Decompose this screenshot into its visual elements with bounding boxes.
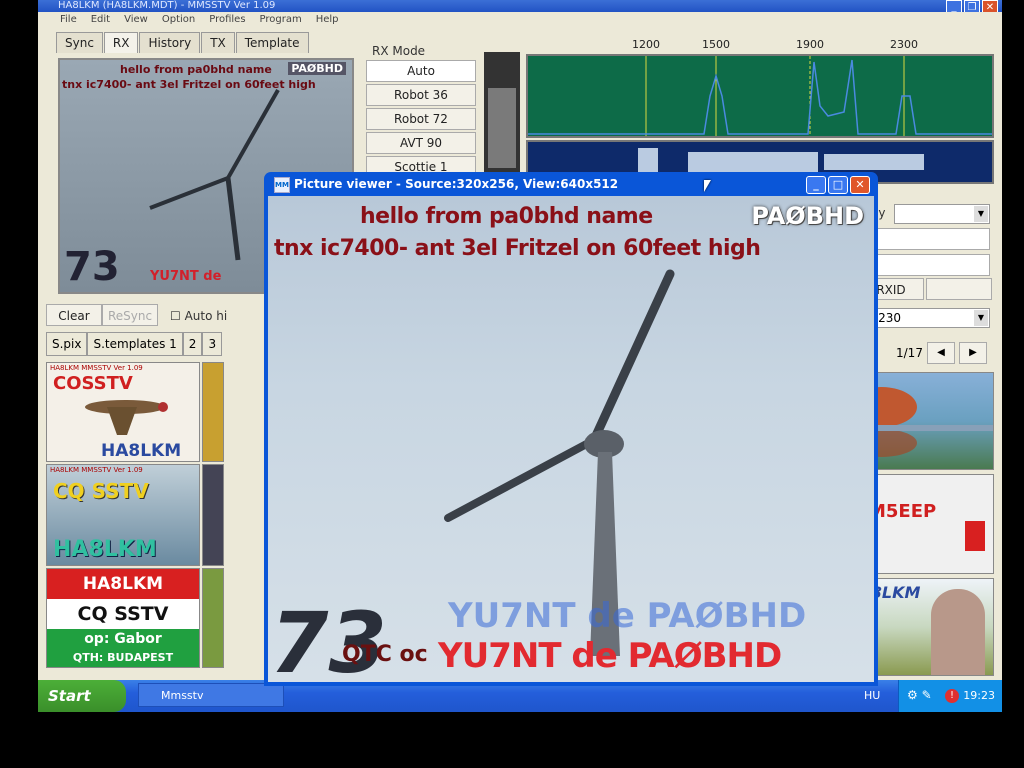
tab-history[interactable]: History: [139, 32, 201, 53]
viewer-call: YU7NT de PAØBHD: [438, 636, 782, 676]
thumb-card-call: HA8LKM: [47, 569, 199, 599]
thumb-cqsstv-title: CQ SSTV: [53, 479, 149, 503]
alert-icon[interactable]: !: [945, 689, 959, 703]
clear-button[interactable]: Clear: [46, 304, 102, 326]
viewer-close-button[interactable]: ✕: [850, 176, 870, 194]
thumb-next-button[interactable]: ▶: [958, 342, 987, 364]
rx-mode-avt90[interactable]: AVT 90: [366, 132, 476, 154]
main-window-title: HA8LKM (HA8LKM.MDT) - MMSSTV Ver 1.09: [58, 0, 276, 11]
rx-image-line2: tnx ic7400- ant 3el Fritzel on 60feet hi…: [62, 78, 316, 91]
thumb-card-cq: CQ SSTV: [77, 603, 169, 625]
picture-viewer-window: MM Picture viewer - Source:320x256, View…: [264, 172, 878, 686]
thumb-ha8lkm-card[interactable]: HA8LKM CQ SSTV op: Gabor QTH: BUDAPEST: [46, 568, 200, 668]
tab-rx[interactable]: RX: [103, 32, 139, 53]
menu-option[interactable]: Option: [162, 12, 195, 28]
rx-mode-list: Auto Robot 36 Robot 72 AVT 90 Scottie 1: [366, 60, 476, 180]
language-indicator[interactable]: HU: [864, 689, 880, 702]
thumb-card-qth: QTH: BUDAPEST: [47, 649, 199, 667]
viewer-73: 73: [270, 594, 387, 682]
viewer-line1: hello from pa0bhd name: [360, 204, 653, 229]
rx-image-call: YU7NT de: [150, 269, 222, 284]
frequency-scale: 1200 1500 1900 2300: [526, 38, 996, 52]
menu-profiles[interactable]: Profiles: [209, 12, 245, 28]
start-button[interactable]: Start: [38, 680, 126, 712]
tab-tx[interactable]: TX: [201, 32, 235, 53]
viewer-ghost-text: YU7NT de PAØBHD: [448, 596, 807, 636]
thumb-partial-2[interactable]: [202, 464, 224, 566]
viewer-maximize-button[interactable]: □: [828, 176, 848, 194]
thumb-cossstv[interactable]: HA8LKM MMSSTV Ver 1.09 COSSTV HA8LKM: [46, 362, 200, 462]
freq-tick-1500: 1500: [702, 38, 730, 51]
thumb-page-nav: 1/17 ◀ ▶: [896, 342, 987, 364]
menu-view[interactable]: View: [124, 12, 148, 28]
menu-help[interactable]: Help: [316, 12, 339, 28]
main-tabs: Sync RX History TX Template: [56, 32, 310, 53]
resync-button[interactable]: ReSync: [102, 304, 158, 326]
menu-program[interactable]: Program: [260, 12, 302, 28]
freq-tick-1900: 1900: [796, 38, 824, 51]
template-tabs: S.pix S.templates 1 2 3: [46, 332, 223, 356]
rec-button[interactable]: [926, 278, 992, 300]
start-label: Start: [48, 687, 91, 705]
taskbar-mmsstv-label: Mmsstv: [161, 689, 204, 702]
viewer-minimize-button[interactable]: _: [806, 176, 826, 194]
rx-image-73: 73: [64, 244, 120, 290]
santa-icon: [965, 521, 985, 551]
desktop-screen: HA8LKM (HA8LKM.MDT) - MMSSTV Ver 1.09 _ …: [38, 0, 1002, 712]
viewer-line2: tnx ic7400- ant 3el Fritzel on 60feet hi…: [274, 236, 761, 261]
rx-mode-robot72[interactable]: Robot 72: [366, 108, 476, 130]
main-titlebar: HA8LKM (HA8LKM.MDT) - MMSSTV Ver 1.09 _ …: [38, 0, 1002, 14]
rx-mode-auto[interactable]: Auto: [366, 60, 476, 82]
tab-spix[interactable]: S.pix: [46, 332, 88, 356]
rx-mode-robot36[interactable]: Robot 36: [366, 84, 476, 106]
tray-icons[interactable]: ⚙ ✎: [907, 688, 932, 702]
spectrum-display[interactable]: [526, 54, 994, 138]
picture-viewer-titlebar[interactable]: MM Picture viewer - Source:320x256, View…: [268, 172, 874, 196]
tab-stemplates-1[interactable]: S.templates 1: [87, 332, 183, 356]
spectrum-trace: [528, 56, 992, 136]
auto-history-label: Auto hi: [184, 309, 228, 323]
thumb-prev-button[interactable]: ◀: [926, 342, 955, 364]
my-combo[interactable]: ▼: [894, 204, 990, 224]
thumb-cossstv-call: HA8LKM: [101, 441, 182, 461]
clock: 19:23: [963, 689, 995, 702]
thumb-partial-1[interactable]: [202, 362, 224, 462]
picture-viewer-title: Picture viewer - Source:320x256, View:64…: [294, 177, 619, 191]
viewer-qtc: QTC oc: [342, 642, 428, 667]
mouse-cursor-icon: [704, 180, 711, 192]
system-tray: ⚙ ✎ ! 19:23: [898, 680, 1002, 712]
viewer-tag: PAØBHD: [751, 202, 864, 230]
tab-stemplates-2[interactable]: 2: [182, 332, 203, 356]
thumb-page-indicator: 1/17: [896, 346, 923, 360]
picture-viewer-icon: MM: [274, 177, 290, 193]
menu-edit[interactable]: Edit: [91, 12, 110, 28]
thumb-cqsstv-call: HA8LKM: [53, 537, 157, 562]
menubar: File Edit View Option Profiles Program H…: [38, 12, 1002, 28]
tab-stemplates-3[interactable]: 3: [202, 332, 223, 356]
menu-file[interactable]: File: [60, 12, 77, 28]
thumb-cqsstv[interactable]: HA8LKM MMSSTV Ver 1.09 CQ SSTV HA8LKM: [46, 464, 200, 566]
rx-image-tag: PAØBHD: [288, 62, 346, 75]
person-avatar: [931, 589, 985, 675]
thumb-partial-3[interactable]: [202, 568, 224, 668]
freq-tick-1200: 1200: [632, 38, 660, 51]
tab-template[interactable]: Template: [235, 32, 309, 53]
thumb-cqsstv-header: HA8LKM MMSSTV Ver 1.09: [50, 466, 143, 474]
picture-viewer-canvas[interactable]: hello from pa0bhd name tnx ic7400- ant 3…: [268, 196, 874, 682]
freq-tick-2300: 2300: [890, 38, 918, 51]
rx-mode-label: RX Mode: [372, 44, 426, 58]
auto-history-checkbox[interactable]: ☐ Auto hi: [170, 309, 227, 323]
taskbar-mmsstv[interactable]: Mmsstv: [138, 683, 284, 707]
signal-level-meter: [484, 52, 520, 172]
rx-image-line1: hello from pa0bhd name: [120, 63, 272, 76]
tab-sync[interactable]: Sync: [56, 32, 103, 53]
thumb-card-op: op: Gabor: [47, 629, 199, 649]
